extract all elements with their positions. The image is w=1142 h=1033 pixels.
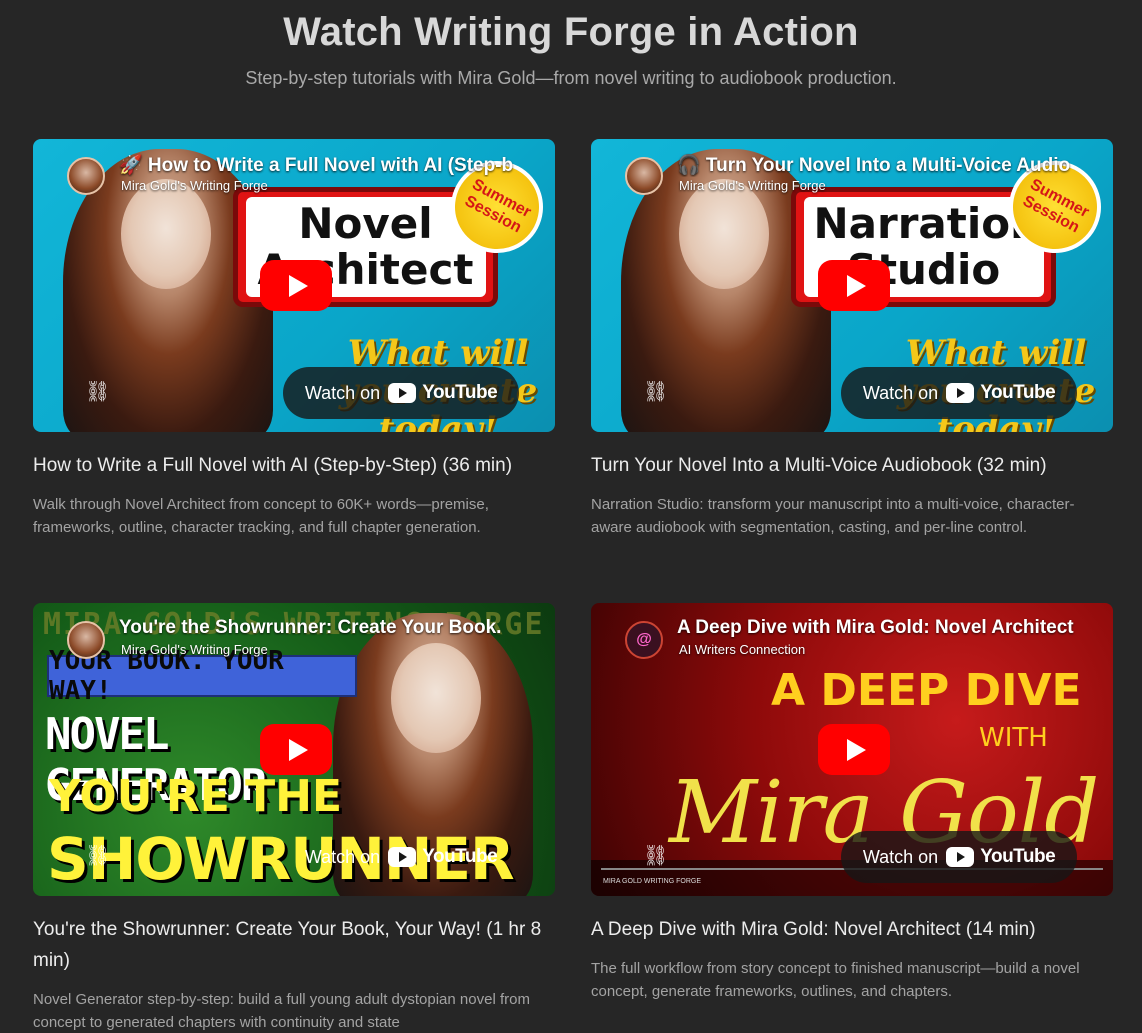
youtube-logo-icon	[388, 847, 417, 867]
play-button[interactable]	[818, 260, 890, 311]
channel-avatar[interactable]	[625, 157, 663, 195]
embed-title[interactable]: 🎧 Turn Your Novel Into a Multi-Voice Aud…	[677, 153, 1105, 177]
watch-on-youtube-button[interactable]: Watch on YouTube	[283, 831, 519, 883]
youtube-logo-icon	[946, 847, 975, 867]
copy-link-icon[interactable]: ⛓	[643, 382, 669, 402]
embed-title[interactable]: You're the Showrunner: Create Your Book.	[119, 617, 547, 639]
video-title: How to Write a Full Novel with AI (Step-…	[33, 455, 513, 476]
channel-avatar[interactable]: @	[625, 621, 663, 659]
watch-on-youtube-button[interactable]: Watch on YouTube	[841, 367, 1077, 419]
thumbnail-subline: WITH	[979, 723, 1048, 753]
thumbnail-headline: A DEEP DIVE	[771, 665, 1082, 716]
channel-name[interactable]: AI Writers Connection	[679, 642, 805, 657]
youtube-logo-icon	[946, 383, 975, 403]
watch-on-youtube-button[interactable]: Watch on YouTube	[841, 831, 1077, 883]
thumbnail-subline: YOU'RE THE	[49, 771, 343, 822]
page-title: Watch Writing Forge in Action	[283, 10, 859, 54]
copy-link-icon[interactable]: ⛓	[85, 382, 111, 402]
video-card: MIRA GOLD'S WRITING FORGE YOUR BOOK. YOU…	[33, 603, 555, 1033]
video-embed[interactable]: A DEEP DIVE WITH Mira Gold MIRA GOLD WRI…	[591, 603, 1113, 896]
channel-name[interactable]: Mira Gold's Writing Forge	[121, 642, 268, 657]
channel-avatar[interactable]	[67, 157, 105, 195]
video-title: A Deep Dive with Mira Gold: Novel Archit…	[591, 919, 1036, 940]
video-description: Novel Generator step-by-step: build a fu…	[33, 991, 530, 1031]
channel-name[interactable]: Mira Gold's Writing Forge	[121, 178, 268, 193]
video-card: A DEEP DIVE WITH Mira Gold MIRA GOLD WRI…	[591, 603, 1113, 1003]
play-button[interactable]	[818, 724, 890, 775]
play-button[interactable]	[260, 724, 332, 775]
video-card: Narration Studio Summer Session What wil…	[591, 139, 1113, 539]
video-embed[interactable]: MIRA GOLD'S WRITING FORGE YOUR BOOK. YOU…	[33, 603, 555, 896]
thumbnail-banner: YOUR BOOK. YOUR WAY!	[47, 646, 357, 706]
video-description: The full workflow from story concept to …	[591, 960, 1080, 1000]
channel-avatar[interactable]	[67, 621, 105, 659]
embed-title[interactable]: 🚀 How to Write a Full Novel with AI (Ste…	[119, 153, 547, 177]
channel-name[interactable]: Mira Gold's Writing Forge	[679, 178, 826, 193]
video-title: Turn Your Novel Into a Multi-Voice Audio…	[591, 455, 1047, 476]
video-description: Walk through Novel Architect from concep…	[33, 496, 489, 536]
youtube-logo-icon	[388, 383, 417, 403]
video-card: Novel Architect Summer Session What will…	[33, 139, 555, 539]
video-description: Narration Studio: transform your manuscr…	[591, 496, 1075, 536]
copy-link-icon[interactable]: ⛓	[85, 846, 111, 866]
player-label: MIRA GOLD WRITING FORGE	[603, 878, 702, 885]
watch-on-youtube-button[interactable]: Watch on YouTube	[283, 367, 519, 419]
play-button[interactable]	[260, 260, 332, 311]
video-embed[interactable]: Narration Studio Summer Session What wil…	[591, 139, 1113, 432]
video-embed[interactable]: Novel Architect Summer Session What will…	[33, 139, 555, 432]
copy-link-icon[interactable]: ⛓	[643, 846, 669, 866]
page-subtitle: Step-by-step tutorials with Mira Gold—fr…	[245, 68, 897, 88]
embed-title[interactable]: A Deep Dive with Mira Gold: Novel Archit…	[677, 617, 1105, 639]
video-title: You're the Showrunner: Create Your Book,…	[33, 919, 542, 971]
